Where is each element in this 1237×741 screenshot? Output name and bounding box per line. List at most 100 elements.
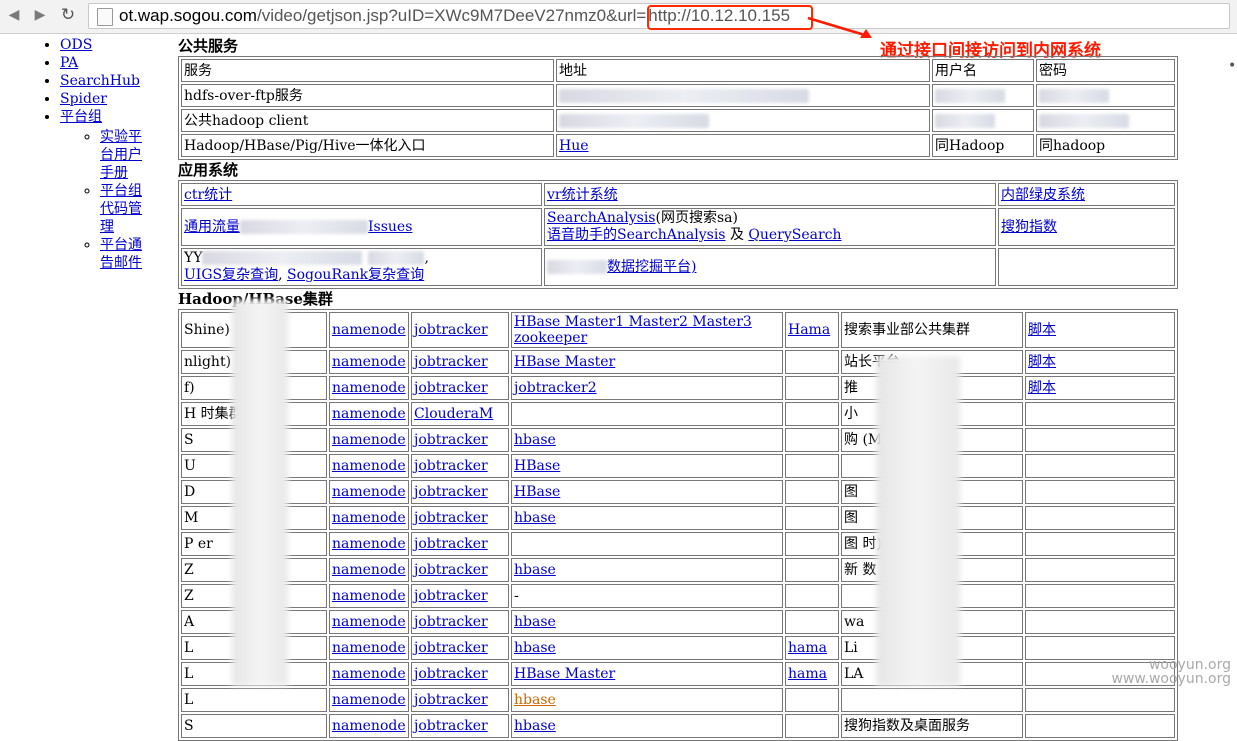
hama-link-cell	[785, 584, 839, 608]
issues-link[interactable]: Issues	[368, 219, 412, 235]
url-path: /video/getjson.jsp?uID=XWc9M7DeeV27nmz0&…	[256, 6, 647, 25]
search-analysis-link[interactable]: SearchAnalysis	[547, 210, 655, 226]
namenode-link[interactable]: namenode	[332, 458, 406, 474]
cluster-name: Shine)	[184, 322, 230, 338]
hama-link[interactable]: hama	[788, 640, 827, 656]
script-link[interactable]: 脚本	[1028, 380, 1056, 396]
namenode-link[interactable]: namenode	[332, 406, 406, 422]
namenode-link[interactable]: namenode	[332, 510, 406, 526]
subnav-link-code[interactable]: 平台组代码管理	[100, 183, 142, 235]
namenode-link[interactable]: namenode	[332, 666, 406, 682]
namenode-link[interactable]: namenode	[332, 354, 406, 370]
nav-link-searchhub[interactable]: SearchHub	[60, 73, 140, 89]
hbase-link[interactable]: HBase Master1 Master2 Master3 zookeeper	[514, 314, 752, 346]
cluster-desc: 小	[844, 406, 858, 422]
vr-stats-link[interactable]: vr统计系统	[547, 187, 618, 203]
jobtracker-link[interactable]: jobtracker	[414, 432, 488, 448]
table-row: Mnamenode jobtracker hbase 图	[181, 506, 1175, 530]
jobtracker-link[interactable]: ClouderaM	[414, 406, 493, 422]
namenode-link[interactable]: namenode	[332, 614, 406, 630]
data-mining-link[interactable]: 数据挖掘平台)	[607, 259, 696, 275]
hbase-link[interactable]: hbase	[514, 614, 556, 630]
back-icon[interactable]: ◀	[4, 5, 24, 25]
jobtracker-link[interactable]: jobtracker	[414, 510, 488, 526]
hue-link[interactable]: Hue	[559, 138, 589, 154]
nav-link-pa[interactable]: PA	[60, 55, 78, 71]
namenode-link[interactable]: namenode	[332, 718, 406, 734]
voice-search-analysis-link[interactable]: 语音助手的SearchAnalysis	[547, 227, 725, 243]
hbase-link[interactable]: HBase Master	[514, 666, 615, 682]
namenode-link[interactable]: namenode	[332, 692, 406, 708]
jobtracker-link[interactable]: jobtracker	[414, 588, 488, 604]
sogourank-query-link[interactable]: SogouRank复杂查询	[287, 267, 424, 283]
namenode-link[interactable]: namenode	[332, 322, 406, 338]
reload-icon[interactable]: ↻	[58, 5, 78, 25]
namenode-link[interactable]: namenode	[332, 484, 406, 500]
hbase-link[interactable]: hbase	[514, 692, 556, 708]
comma-text: ,	[278, 267, 283, 283]
traffic-link[interactable]: 通用流量	[184, 219, 240, 235]
table-row: Lnamenode jobtracker hbase hama Li	[181, 636, 1175, 660]
hbase-link[interactable]: hbase	[514, 510, 556, 526]
subnav-link-manual[interactable]: 实验平台用户手册	[100, 129, 142, 181]
service-user	[932, 84, 1034, 107]
namenode-link[interactable]: namenode	[332, 380, 406, 396]
query-search-link[interactable]: QuerySearch	[748, 227, 841, 243]
nav-item-spider: Spider	[60, 90, 154, 108]
table-row: Shine) namenode jobtracker HBase Master1 Ma…	[181, 312, 1175, 348]
jobtracker-link[interactable]: jobtracker	[414, 354, 488, 370]
namenode-link[interactable]: namenode	[332, 432, 406, 448]
hbase-link[interactable]: hbase	[514, 562, 556, 578]
ctr-stats-link[interactable]: ctr统计	[184, 187, 232, 203]
jobtracker-link[interactable]: jobtracker	[414, 562, 488, 578]
hbase-link[interactable]: HBase	[514, 458, 560, 474]
subnav-item: 实验平台用户手册	[100, 128, 154, 182]
uigs-query-link[interactable]: UIGS复杂查询	[184, 267, 278, 283]
hbase-link[interactable]: jobtracker2	[514, 380, 597, 396]
service-user	[932, 109, 1034, 132]
subnav-item: 平台通告邮件	[100, 236, 154, 272]
nav-link-platform[interactable]: 平台组	[60, 109, 102, 125]
green-system-link[interactable]: 内部绿皮系统	[1001, 187, 1085, 203]
nav-item-platform: 平台组 实验平台用户手册 平台组代码管理 平台通告邮件	[60, 108, 154, 272]
jobtracker-link[interactable]: jobtracker	[414, 536, 488, 552]
jobtracker-link[interactable]: jobtracker	[414, 692, 488, 708]
jobtracker-link[interactable]: jobtracker	[414, 458, 488, 474]
jobtracker-link[interactable]: jobtracker	[414, 484, 488, 500]
hama-link[interactable]: hama	[788, 666, 827, 682]
script-link-cell	[1025, 454, 1175, 478]
hbase-link[interactable]: HBase Master	[514, 354, 615, 370]
hbase-link[interactable]: hbase	[514, 640, 556, 656]
hbase-link[interactable]: HBase	[514, 484, 560, 500]
jobtracker-link[interactable]: jobtracker	[414, 614, 488, 630]
script-link-cell: 脚本	[1025, 376, 1175, 400]
subnav-link-mail[interactable]: 平台通告邮件	[100, 237, 142, 271]
jobtracker-link[interactable]: jobtracker	[414, 640, 488, 656]
namenode-link[interactable]: namenode	[332, 640, 406, 656]
namenode-link[interactable]: namenode	[332, 536, 406, 552]
jobtracker-link[interactable]: jobtracker	[414, 322, 488, 338]
hbase-link[interactable]: hbase	[514, 718, 556, 734]
jobtracker-link[interactable]: jobtracker	[414, 718, 488, 734]
jobtracker-link-cell: jobtracker	[411, 610, 509, 634]
app-cell: vr统计系统	[544, 183, 996, 206]
script-link-cell	[1025, 428, 1175, 452]
hbase-link[interactable]: hbase	[514, 432, 556, 448]
namenode-link-cell: namenode	[329, 662, 409, 686]
nav-link-ods[interactable]: ODS	[60, 37, 92, 53]
sogou-index-link[interactable]: 搜狗指数	[1001, 219, 1057, 235]
jobtracker-link[interactable]: jobtracker	[414, 380, 488, 396]
script-link[interactable]: 脚本	[1028, 322, 1056, 338]
script-link[interactable]: 脚本	[1028, 354, 1056, 370]
forward-icon[interactable]: ▶	[30, 5, 50, 25]
public-services-table: 服务 地址 用户名 密码 hdfs-over-ftp服务 公共hadoop cl…	[178, 56, 1178, 160]
jobtracker-link[interactable]: jobtracker	[414, 666, 488, 682]
nav-link-spider[interactable]: Spider	[60, 91, 107, 107]
table-row: H 时集群 namenode ClouderaM 小	[181, 402, 1175, 426]
service-name: Hadoop/HBase/Pig/Hive一体化入口	[181, 134, 554, 157]
table-header-row: 服务 地址 用户名 密码	[181, 59, 1175, 82]
hbase-link-cell: HBase Master1 Master2 Master3 zookeeper	[511, 312, 783, 348]
hama-link[interactable]: Hama	[788, 322, 830, 338]
namenode-link[interactable]: namenode	[332, 588, 406, 604]
namenode-link[interactable]: namenode	[332, 562, 406, 578]
